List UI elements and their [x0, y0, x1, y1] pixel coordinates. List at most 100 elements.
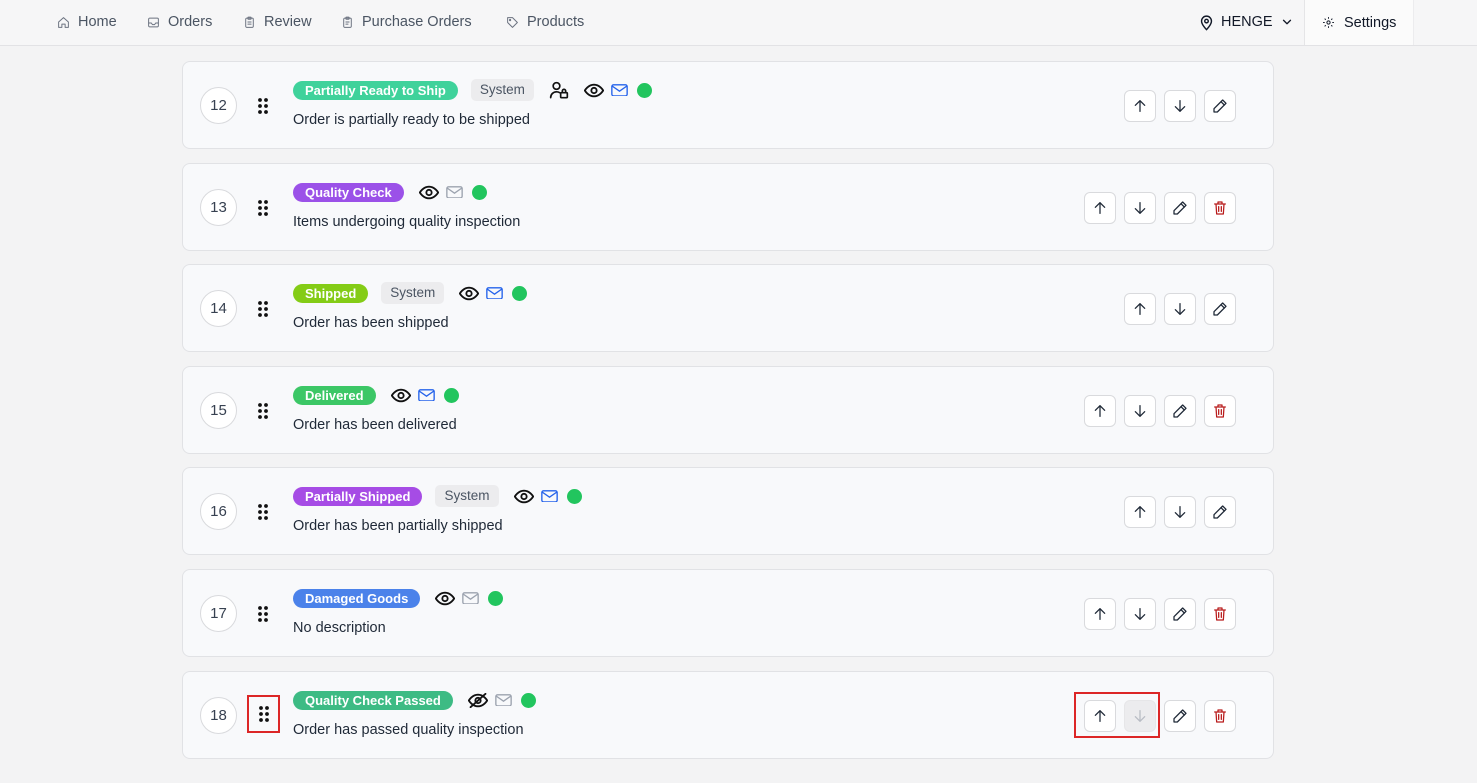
- mail-icon: [611, 83, 628, 97]
- status-header-row: Delivered: [293, 384, 459, 406]
- edit-button[interactable]: [1164, 395, 1196, 427]
- edit-button[interactable]: [1204, 90, 1236, 122]
- status-card: 16 Partially Shipped System Order has been …: [182, 467, 1274, 555]
- email-notification-icon: [611, 83, 628, 97]
- delete-button[interactable]: [1204, 598, 1236, 630]
- eye-icon: [418, 185, 439, 199]
- email-notification-icon: [445, 185, 463, 199]
- status-badge: Quality Check: [293, 182, 404, 202]
- status-description: Order is partially ready to be shipped: [293, 112, 530, 128]
- drag-handle[interactable]: [251, 400, 275, 422]
- arrow-up-icon: [1134, 303, 1146, 315]
- move-down-button[interactable]: [1124, 395, 1156, 427]
- trash-icon: [1214, 404, 1226, 418]
- move-up-button[interactable]: [1084, 192, 1116, 224]
- move-up-button[interactable]: [1124, 496, 1156, 528]
- arrow-up-icon: [1094, 405, 1106, 417]
- edit-button[interactable]: [1164, 192, 1196, 224]
- drag-handle[interactable]: [251, 197, 275, 219]
- delete-button[interactable]: [1204, 395, 1236, 427]
- drag-handle[interactable]: [251, 95, 275, 117]
- status-badge: Damaged Goods: [293, 588, 421, 608]
- system-badge: System: [435, 485, 499, 507]
- status-card: 18 Quality Check Passed Order has passed q…: [182, 671, 1274, 759]
- status-card: 17 Damaged Goods No description: [182, 569, 1274, 657]
- move-down-button[interactable]: [1124, 192, 1156, 224]
- email-notification-icon: [495, 693, 512, 707]
- top-navigation: Home Orders Review Purchase Orders Produ…: [0, 0, 1477, 46]
- status-order-number: 16: [200, 493, 237, 530]
- nav-review[interactable]: Review: [243, 12, 312, 32]
- edit-button[interactable]: [1204, 496, 1236, 528]
- status-card: 14 Shipped System Order has been shipped: [182, 264, 1274, 352]
- edit-button[interactable]: [1164, 598, 1196, 630]
- arrow-up-icon: [1094, 202, 1106, 214]
- visible-icon: [390, 387, 411, 403]
- active-status-dot: [443, 387, 459, 403]
- visible-icon: [459, 285, 480, 301]
- mail-icon: [540, 489, 558, 503]
- edit-button[interactable]: [1204, 293, 1236, 325]
- pencil-icon: [1173, 404, 1187, 418]
- eye-icon: [583, 83, 604, 97]
- edit-button[interactable]: [1164, 700, 1196, 732]
- nav-products[interactable]: Products: [506, 12, 584, 32]
- drag-handle[interactable]: [251, 501, 275, 523]
- drag-handle[interactable]: [247, 695, 280, 733]
- nav-home[interactable]: Home: [57, 12, 117, 32]
- nav-purchase-orders-label: Purchase Orders: [362, 14, 472, 30]
- location-selector[interactable]: HENGE: [1198, 11, 1294, 33]
- status-badge: Quality Check Passed: [293, 690, 453, 710]
- delete-button[interactable]: [1204, 700, 1236, 732]
- status-card: 12 Partially Ready to Ship System Order is …: [182, 61, 1274, 149]
- arrow-down-icon: [1174, 303, 1186, 315]
- pencil-icon: [1213, 302, 1227, 316]
- home-icon: [58, 16, 69, 28]
- chevron-down-icon: [1282, 19, 1291, 25]
- move-down-button[interactable]: [1164, 293, 1196, 325]
- arrow-down-icon: [1174, 100, 1186, 112]
- drag-handle[interactable]: [251, 298, 275, 320]
- mail-icon: [486, 286, 504, 300]
- eye-icon: [459, 286, 480, 300]
- nav-review-label: Review: [264, 14, 312, 30]
- status-header-row: Shipped System: [293, 282, 528, 304]
- move-up-button[interactable]: [1084, 598, 1116, 630]
- delete-button[interactable]: [1204, 192, 1236, 224]
- mail-icon: [462, 591, 480, 605]
- pencil-icon: [1173, 709, 1187, 723]
- status-card: 13 Quality Check Items undergoing quality …: [182, 163, 1274, 251]
- visible-icon: [583, 82, 604, 98]
- arrow-up-icon: [1094, 608, 1106, 620]
- eye-icon: [435, 591, 456, 605]
- status-order-number: 12: [200, 87, 237, 124]
- move-up-button[interactable]: [1124, 90, 1156, 122]
- status-description: Order has been shipped: [293, 315, 449, 331]
- nav-orders-label: Orders: [168, 14, 213, 30]
- pencil-icon: [1173, 607, 1187, 621]
- drag-handle[interactable]: [251, 603, 275, 625]
- arrow-down-icon: [1174, 506, 1186, 518]
- status-header-row: Partially Shipped System: [293, 485, 582, 507]
- move-up-button[interactable]: [1124, 293, 1156, 325]
- system-badge: System: [381, 282, 445, 304]
- move-up-button[interactable]: [1084, 395, 1116, 427]
- grip-vertical-icon: [258, 606, 268, 622]
- status-badge: Delivered: [293, 385, 376, 405]
- status-order-number: 18: [200, 697, 237, 734]
- grip-vertical-icon: [258, 706, 269, 722]
- pencil-icon: [1213, 99, 1227, 113]
- grip-vertical-icon: [258, 200, 268, 216]
- active-status-dot: [520, 692, 536, 708]
- settings-button[interactable]: Settings: [1304, 0, 1414, 45]
- pencil-icon: [1213, 505, 1227, 519]
- status-badge: Partially Ready to Ship: [293, 80, 458, 100]
- move-down-button[interactable]: [1124, 598, 1156, 630]
- nav-orders[interactable]: Orders: [147, 12, 212, 32]
- hidden-icon: [467, 692, 488, 708]
- status-order-number: 13: [200, 189, 237, 226]
- nav-purchase-orders[interactable]: Purchase Orders: [341, 12, 472, 32]
- move-down-button[interactable]: [1164, 90, 1196, 122]
- move-down-button[interactable]: [1164, 496, 1196, 528]
- status-header-row: Quality Check: [293, 181, 487, 203]
